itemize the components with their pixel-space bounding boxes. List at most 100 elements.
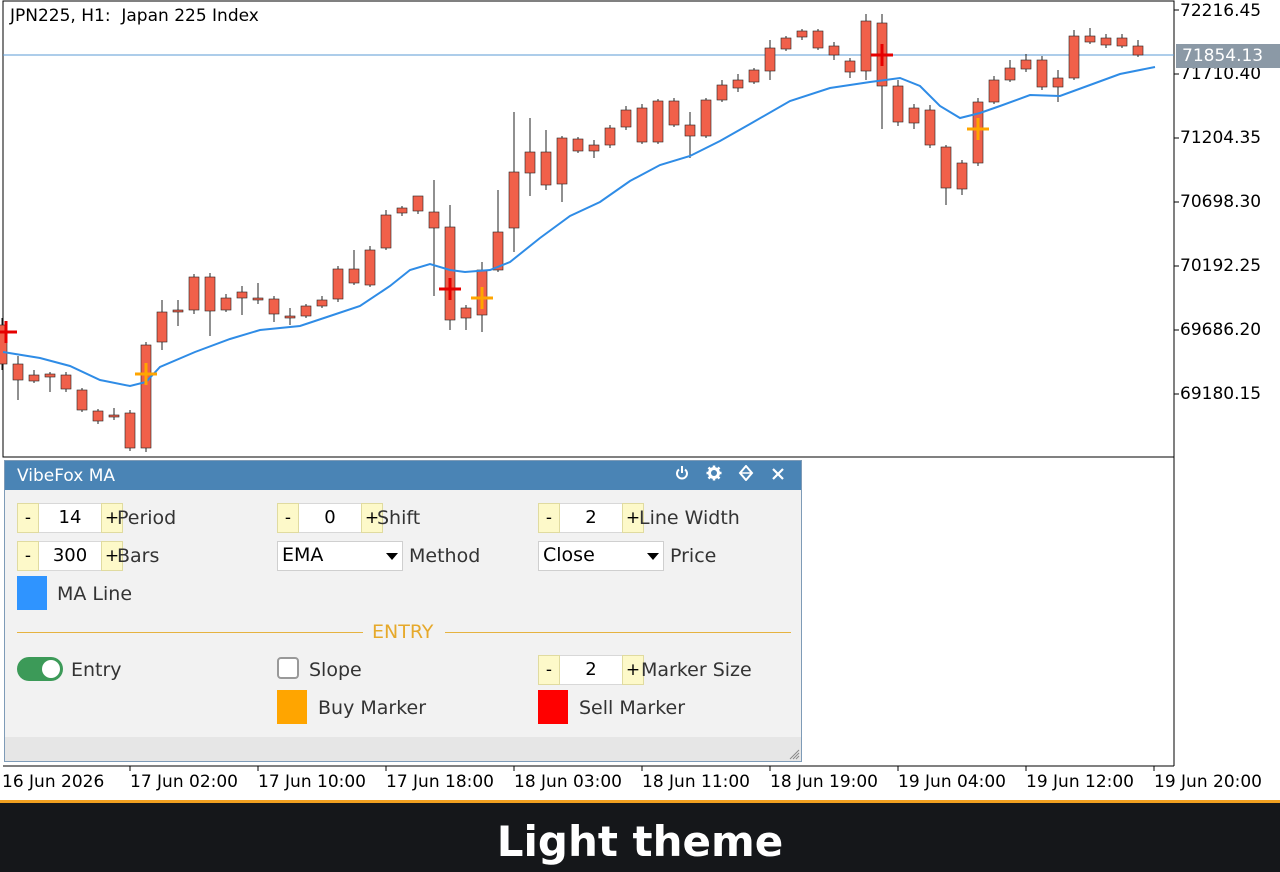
candle-body xyxy=(572,138,584,152)
price-axis-label: 71204.35 xyxy=(1180,128,1262,148)
buy-marker-color-swatch[interactable] xyxy=(277,690,307,724)
candle-body xyxy=(748,69,760,83)
candle-body xyxy=(76,389,88,411)
candle-body xyxy=(588,144,600,152)
bars-value[interactable]: 300 xyxy=(39,541,101,571)
period-minus-button[interactable]: - xyxy=(17,503,39,533)
ma-line-color-swatch[interactable] xyxy=(17,576,47,610)
line-width-label: Line Width xyxy=(639,507,740,529)
buy-marker-label: Buy Marker xyxy=(318,697,427,719)
price-label: Price xyxy=(670,545,717,567)
price-axis-label: 70192.25 xyxy=(1180,256,1262,276)
candle-body xyxy=(348,268,360,284)
resize-grip-icon[interactable] xyxy=(788,748,800,760)
line-width-value[interactable]: 2 xyxy=(560,503,622,533)
time-axis-label: 18 Jun 11:00 xyxy=(642,772,750,792)
candle-body xyxy=(908,107,920,124)
panel-footer xyxy=(5,737,801,761)
candle-body xyxy=(188,276,200,311)
chevron-down-icon xyxy=(647,553,659,560)
candle-body xyxy=(1068,35,1080,79)
divider xyxy=(17,632,363,633)
candle-body xyxy=(444,226,456,321)
candle-body xyxy=(140,344,152,449)
candle-body xyxy=(940,146,952,189)
candle-body xyxy=(1052,77,1064,88)
bars-minus-button[interactable]: - xyxy=(17,541,39,571)
candle-body xyxy=(604,127,616,146)
time-axis-label: 17 Jun 18:00 xyxy=(386,772,494,792)
toggle-knob xyxy=(42,660,60,678)
vibefox-ma-panel: VibeFox MA - 14 + Period - 0 + Shift - 2… xyxy=(4,460,802,762)
candle-body xyxy=(540,151,552,186)
slope-label: Slope xyxy=(309,659,362,681)
period-value[interactable]: 14 xyxy=(39,503,101,533)
candle-body xyxy=(732,79,744,89)
candle-body xyxy=(1020,59,1032,70)
candle-body xyxy=(796,30,808,38)
candle-body xyxy=(284,315,296,319)
time-axis-label: 17 Jun 10:00 xyxy=(258,772,366,792)
ma-line-label: MA Line xyxy=(57,583,133,605)
candle-body xyxy=(492,231,504,271)
candle-body xyxy=(812,30,824,49)
marker-size-value[interactable]: 2 xyxy=(560,655,622,685)
method-value: EMA xyxy=(282,544,324,566)
candle-body xyxy=(636,107,648,143)
price-axis-label: 72216.45 xyxy=(1180,1,1262,21)
marker-size-minus-button[interactable]: - xyxy=(538,655,560,685)
chart-frame xyxy=(2,0,1175,458)
price-axis-label: 70698.30 xyxy=(1180,192,1262,212)
shift-value[interactable]: 0 xyxy=(299,503,361,533)
entry-toggle[interactable] xyxy=(17,657,63,681)
candle-body xyxy=(268,298,280,315)
shift-label: Shift xyxy=(377,507,421,529)
theme-banner: Light theme xyxy=(0,800,1280,872)
time-axis-label: 16 Jun 2026 xyxy=(2,772,105,792)
method-select[interactable]: EMA xyxy=(277,541,403,571)
candle-body xyxy=(12,363,24,381)
gear-icon[interactable] xyxy=(703,465,725,487)
candle-body xyxy=(396,207,408,214)
candle-body xyxy=(204,276,216,312)
current-price-tag: 71854.13 xyxy=(1176,44,1280,68)
candle-body xyxy=(412,195,424,212)
time-axis-label: 19 Jun 12:00 xyxy=(1026,772,1134,792)
candle-body xyxy=(252,297,264,301)
candle-body xyxy=(652,100,664,143)
power-icon[interactable] xyxy=(671,465,693,487)
candle-body xyxy=(1132,45,1144,56)
line-width-minus-button[interactable]: - xyxy=(538,503,560,533)
close-icon[interactable] xyxy=(767,465,789,487)
marker-size-label: Marker Size xyxy=(641,659,752,681)
chevron-down-icon xyxy=(386,553,398,560)
sell-marker-label: Sell Marker xyxy=(579,697,686,719)
shift-minus-button[interactable]: - xyxy=(277,503,299,533)
candle-body xyxy=(60,374,72,390)
move-icon[interactable] xyxy=(735,464,757,487)
chart-title: JPN225, H1: Japan 225 Index xyxy=(10,6,259,26)
candle-body xyxy=(700,99,712,137)
candle-body xyxy=(1004,67,1016,81)
theme-label: Light theme xyxy=(496,817,784,866)
candle-body xyxy=(508,171,520,229)
slope-checkbox[interactable] xyxy=(277,657,299,679)
sell-marker-color-swatch[interactable] xyxy=(538,690,568,724)
candle-body xyxy=(860,20,872,72)
panel-title: VibeFox MA xyxy=(17,466,116,486)
candle-body xyxy=(460,307,472,319)
candle-body xyxy=(956,162,968,190)
candle-body xyxy=(828,45,840,56)
period-label: Period xyxy=(117,507,177,529)
candle-body xyxy=(364,249,376,286)
candle-body xyxy=(684,124,696,137)
candle-body xyxy=(844,60,856,73)
price-select[interactable]: Close xyxy=(538,541,664,571)
price-axis-label: 69180.15 xyxy=(1180,384,1262,404)
candle-body xyxy=(620,109,632,128)
candle-body xyxy=(332,268,344,300)
candle-body xyxy=(156,311,168,343)
candle-body xyxy=(1036,59,1048,88)
candle-body xyxy=(780,37,792,50)
panel-header[interactable]: VibeFox MA xyxy=(5,461,801,490)
